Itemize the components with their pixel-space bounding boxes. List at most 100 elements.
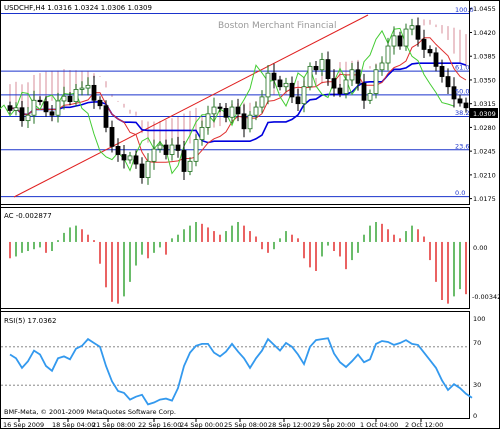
bull-candle xyxy=(301,86,307,105)
current-price-label: 1.0309 xyxy=(473,110,496,118)
bear-candle xyxy=(139,163,145,178)
bull-candle xyxy=(151,148,157,162)
bull-candle xyxy=(229,106,235,118)
copyright: BMF-Meta, © 2001-2009 MetaQuotes Softwar… xyxy=(4,408,176,416)
bull-candle xyxy=(145,160,151,178)
bear-candle xyxy=(121,154,127,161)
bull-candle xyxy=(307,65,313,88)
bear-candle xyxy=(331,78,337,89)
bull-candle xyxy=(253,106,259,116)
bull-candle xyxy=(349,69,355,81)
rsi-tick-70: 70 xyxy=(473,339,481,347)
bull-candle xyxy=(385,45,391,64)
bear-candle xyxy=(181,150,187,172)
rsi-tick-100: 100 xyxy=(473,315,485,323)
bear-candle xyxy=(457,98,463,104)
bear-candle xyxy=(445,76,451,88)
bull-candle xyxy=(211,106,217,115)
bull-candle xyxy=(319,59,325,71)
bull-candle xyxy=(25,114,31,122)
fib-level-label: 61.0 xyxy=(455,64,469,72)
bear-candle xyxy=(355,69,361,84)
fib-level-label: 0.0 xyxy=(455,189,465,197)
bull-candle xyxy=(157,144,163,150)
bear-candle xyxy=(289,82,295,98)
bear-candle xyxy=(163,144,169,155)
price-tick-label: 1.0280 xyxy=(473,124,496,132)
bear-candle xyxy=(97,99,103,107)
price-tick-label: 1.0315 xyxy=(473,100,496,108)
bear-candle xyxy=(235,106,241,115)
bear-candle xyxy=(433,52,439,67)
price-tick-label: 1.0245 xyxy=(473,148,496,156)
bull-candle xyxy=(391,35,397,47)
bull-candle xyxy=(73,89,79,103)
fib-level-label: 38.2 xyxy=(455,109,469,117)
time-label: 2 Oct 12:00 xyxy=(405,421,443,429)
bear-candle xyxy=(103,105,109,128)
current-price-box: 1.0309 xyxy=(470,108,498,118)
bear-candle xyxy=(43,101,49,113)
bear-candle xyxy=(421,38,427,50)
time-label: 25 Sep 08:00 xyxy=(224,421,267,429)
ac-tick-min: -0.00342 xyxy=(472,293,500,301)
time-label: 16 Sep 2009 xyxy=(3,421,44,429)
bull-candle xyxy=(403,28,409,47)
bull-candle xyxy=(265,72,271,98)
bull-candle xyxy=(409,25,415,30)
time-label: 24 Sep 00:00 xyxy=(180,421,223,429)
bear-candle xyxy=(67,95,73,103)
bear-candle xyxy=(133,155,139,165)
bear-candle xyxy=(37,99,43,103)
bull-candle xyxy=(55,100,61,116)
bull-candle xyxy=(127,155,133,161)
time-label: 22 Sep 16:00 xyxy=(138,421,181,429)
bear-candle xyxy=(295,96,301,105)
bear-candle xyxy=(175,144,181,151)
time-label: 21 Sep 08:00 xyxy=(92,421,135,429)
bull-candle xyxy=(85,84,91,89)
bull-candle xyxy=(259,96,265,108)
bear-candle xyxy=(19,107,25,122)
chart-window: 100.0 61.0 50.0 38.2 23.6 0.0 USDCHF,H4 1.031… xyxy=(0,0,500,429)
bull-candle xyxy=(199,127,205,141)
bull-candle xyxy=(373,69,379,94)
bull-candle xyxy=(13,107,19,111)
bear-candle xyxy=(415,25,421,40)
bull-candle xyxy=(343,79,349,94)
bull-candle xyxy=(79,87,85,90)
price-tick-label: 1.0385 xyxy=(473,53,496,61)
bear-candle xyxy=(241,113,247,130)
price-tick-label: 1.0210 xyxy=(473,171,496,179)
bear-candle xyxy=(337,87,343,94)
bear-candle xyxy=(277,79,283,88)
bear-candle xyxy=(325,59,331,79)
bull-candle xyxy=(61,95,67,102)
bear-candle xyxy=(109,127,115,147)
bear-candle xyxy=(463,102,469,109)
bull-candle xyxy=(193,139,199,162)
bull-candle xyxy=(31,99,37,116)
fib-level-label: 23.6 xyxy=(455,142,469,150)
rsi-tick-0: 0 xyxy=(473,412,477,420)
price-tick-label: 1.0350 xyxy=(473,76,496,84)
bear-candle xyxy=(271,72,277,81)
price-axis: 1.0455 1.0420 1.0385 1.0350 1.0315 1.0280 1.02… xyxy=(469,5,496,203)
bull-candle xyxy=(205,113,211,128)
bear-candle xyxy=(115,145,121,155)
watermark: Boston Merchant Financial xyxy=(218,21,336,31)
bear-candle xyxy=(49,111,55,116)
rsi-tick-30: 30 xyxy=(473,381,481,389)
ac-label: AC -0.002877 xyxy=(4,212,52,220)
fib-level-label: 50.0 xyxy=(455,87,469,95)
bull-candle xyxy=(283,82,289,88)
window-frame xyxy=(0,0,500,429)
bear-candle xyxy=(361,82,367,101)
bull-candle xyxy=(169,144,175,155)
rsi-label: RSI(5) 17.0362 xyxy=(4,317,56,325)
bull-candle xyxy=(367,93,373,101)
time-label: 18 Sep 04:00 xyxy=(52,421,95,429)
symbol-header: USDCHF,H4 1.0316 1.0324 1.0306 1.0309 xyxy=(4,4,152,12)
bull-candle xyxy=(247,114,253,130)
time-label: 28 Sep 12:00 xyxy=(268,421,311,429)
